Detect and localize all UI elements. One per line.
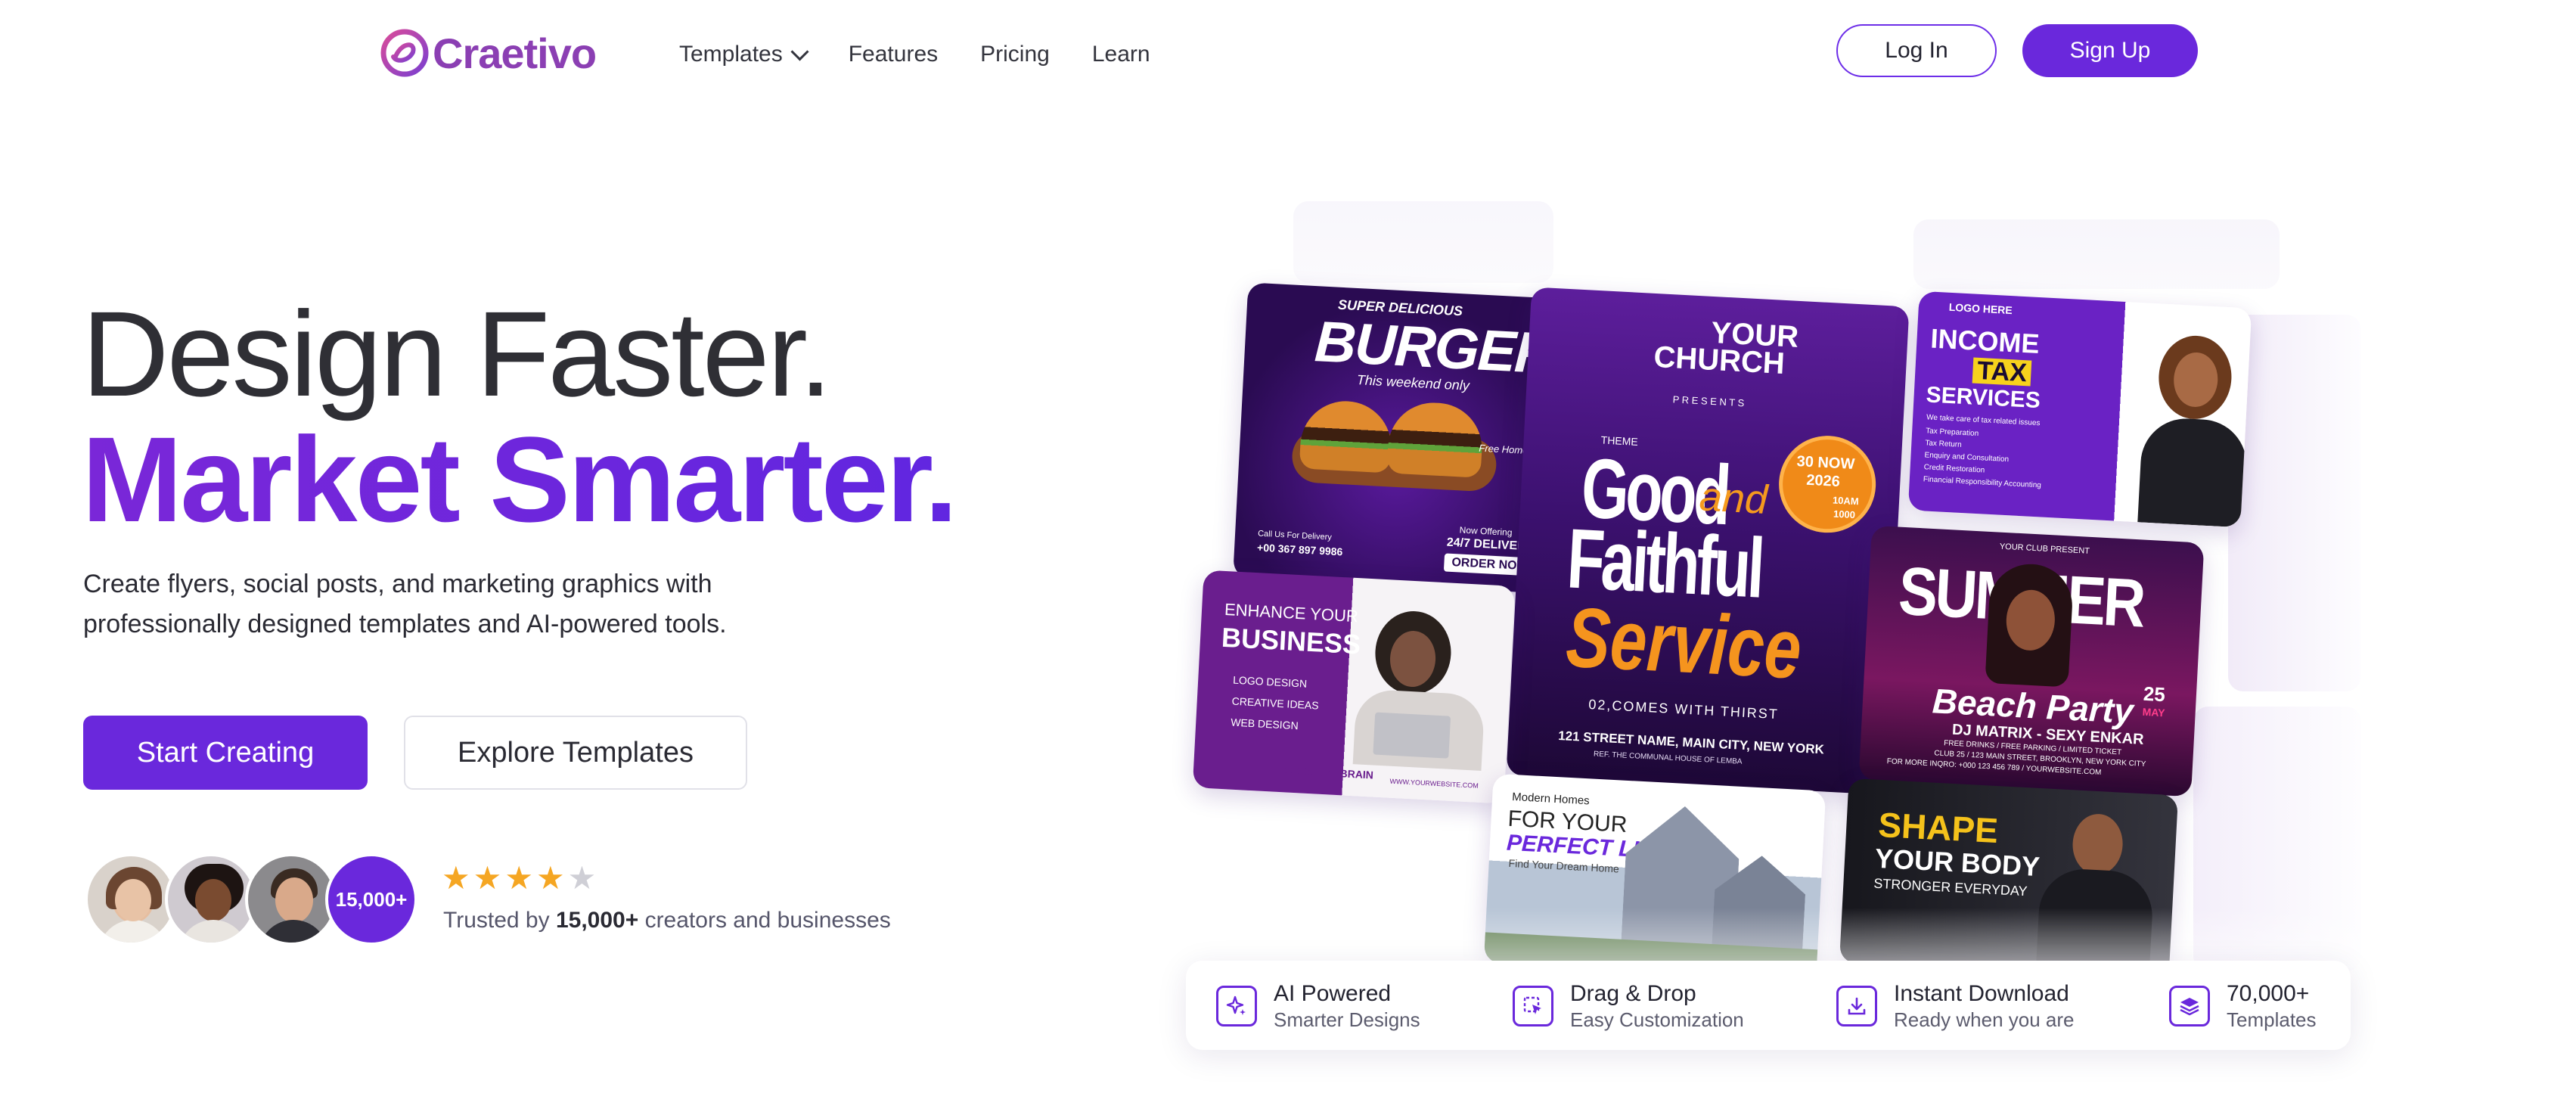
template-card-church[interactable]: YOUR CHURCH P R E S E N T S THEME Good a… xyxy=(1506,287,1910,795)
collage-fade xyxy=(1180,908,2390,968)
signup-button[interactable]: Sign Up xyxy=(2022,24,2198,77)
avatar-count-badge: 15,000+ xyxy=(325,853,417,946)
hero-headline-2: Market Smarter. xyxy=(82,412,958,547)
explore-templates-button[interactable]: Explore Templates xyxy=(404,716,747,790)
feature-templates-count: 70,000+ Templates xyxy=(2169,980,2317,1032)
feature-subtitle: Templates xyxy=(2227,1008,2317,1031)
feature-title: 70,000+ xyxy=(2227,981,2310,1006)
nav-templates[interactable]: Templates xyxy=(679,42,809,67)
feature-title: Instant Download xyxy=(1894,981,2069,1006)
feature-title: Drag & Drop xyxy=(1570,981,1696,1006)
template-card-business[interactable]: ENHANCE YOUR BUSINESS LOGO DESIGN CREATI… xyxy=(1192,570,1516,804)
logo[interactable]: Craetivo xyxy=(378,21,597,85)
star-empty-icon: ★ xyxy=(567,860,597,896)
start-creating-button[interactable]: Start Creating xyxy=(83,716,368,790)
nav-pricing[interactable]: Pricing xyxy=(980,42,1050,67)
nav-templates-label: Templates xyxy=(679,42,783,67)
feature-subtitle: Ready when you are xyxy=(1894,1008,2075,1031)
drag-drop-icon xyxy=(1513,986,1553,1026)
star-icon: ★ xyxy=(442,860,470,896)
hero-headline-1: Design Faster. xyxy=(82,286,833,421)
login-button[interactable]: Log In xyxy=(1836,24,1997,77)
avatar xyxy=(85,853,177,946)
feature-drag-drop: Drag & Drop Easy Customization xyxy=(1513,980,1744,1032)
ghost-card xyxy=(1293,201,1553,283)
avatar-group: 15,000+ xyxy=(85,853,417,947)
ghost-card xyxy=(1913,219,2280,289)
feature-ai-powered: AI Powered Smarter Designs xyxy=(1216,980,1420,1032)
logo-icon xyxy=(380,29,429,77)
star-icon: ★ xyxy=(504,860,533,896)
star-icon: ★ xyxy=(473,860,502,896)
feature-bar: AI Powered Smarter Designs Drag & Drop E… xyxy=(1186,961,2351,1050)
star-icon: ★ xyxy=(535,860,565,896)
avatar xyxy=(245,853,337,946)
template-card-summer[interactable]: YOUR CLUB PRESENT SUMMER 25 MAY Beach Pa… xyxy=(1858,525,2205,797)
trust-text: Trusted by 15,000+ creators and business… xyxy=(443,908,891,933)
chevron-down-icon xyxy=(790,42,809,61)
feature-subtitle: Easy Customization xyxy=(1570,1008,1744,1031)
nav-features[interactable]: Features xyxy=(849,42,938,67)
main-nav: Templates Features Pricing Learn xyxy=(679,33,1193,76)
avatar xyxy=(165,853,257,946)
feature-subtitle: Smarter Designs xyxy=(1274,1008,1420,1031)
template-card-burger[interactable]: SUPER DELICIOUS BURGER This weekend only… xyxy=(1233,282,1563,594)
rating-stars: ★ ★ ★ ★ ★ xyxy=(442,862,596,894)
nav-learn[interactable]: Learn xyxy=(1092,42,1150,67)
feature-title: AI Powered xyxy=(1274,981,1392,1006)
logo-text: Craetivo xyxy=(433,29,597,77)
template-card-income-tax[interactable]: LOGO HERE INCOME TAX SERVICES We take ca… xyxy=(1907,290,2252,528)
sparkle-icon xyxy=(1216,986,1257,1026)
hero-subtitle: Create flyers, social posts, and marketi… xyxy=(83,570,727,638)
layers-icon xyxy=(2169,986,2210,1026)
download-icon xyxy=(1836,986,1877,1026)
feature-instant-download: Instant Download Ready when you are xyxy=(1836,980,2074,1032)
